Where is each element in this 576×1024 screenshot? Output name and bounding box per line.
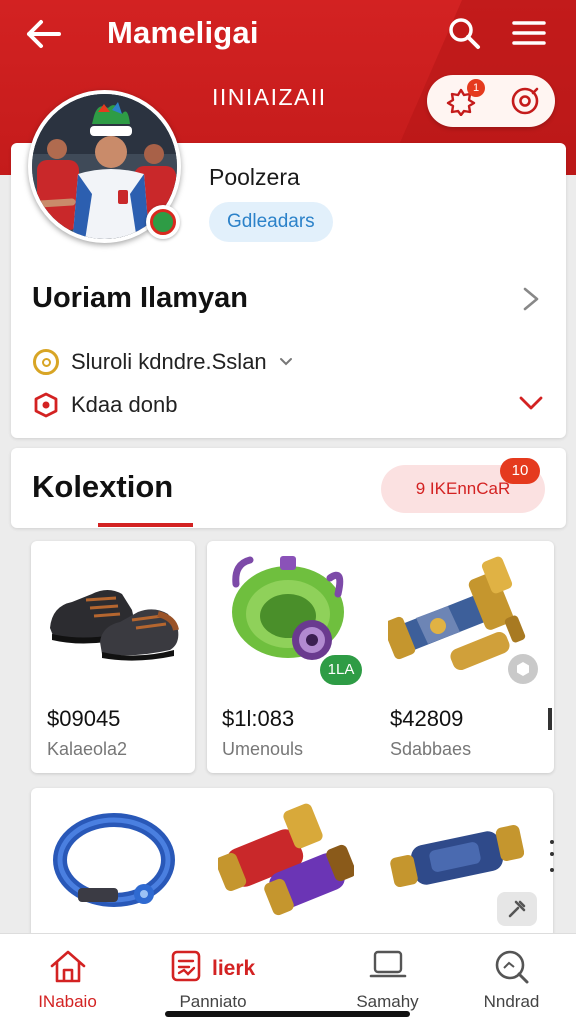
- item-subtitle: Kalaeola2: [47, 739, 128, 759]
- verified-badge-icon: [146, 205, 180, 239]
- collection-count-badge: 10: [500, 458, 540, 484]
- shoes-icon: [46, 572, 182, 664]
- app-title: Mameligai: [107, 15, 259, 50]
- search-icon[interactable]: [442, 12, 486, 54]
- home-indicator: [165, 1011, 410, 1017]
- hexagon-status-icon: [508, 654, 538, 684]
- header-banner-text: IINIAIZAII: [212, 84, 327, 110]
- nav-search[interactable]: Nndrad: [454, 934, 569, 1024]
- laptop-icon: [330, 948, 445, 982]
- item-level-badge: 1LA: [320, 655, 362, 685]
- profile-row-club[interactable]: Kdaa donb: [33, 389, 177, 421]
- nav-center-pill-label[interactable]: lierk: [212, 957, 255, 981]
- hamburger-menu-icon[interactable]: [507, 12, 551, 54]
- chevron-down-red-icon[interactable]: [516, 388, 546, 418]
- coin-icon: [33, 349, 59, 375]
- scroll-edge-indicator: [548, 708, 552, 730]
- tab-underline: [98, 523, 193, 527]
- notification-count-badge: 1: [467, 79, 485, 97]
- sleeve-cylinder-icon: [390, 820, 525, 898]
- profile-row-club-label: Kdaa donb: [71, 392, 178, 417]
- search-icon: [454, 948, 569, 986]
- item-subtitle: Umenouls: [222, 739, 304, 759]
- nav-center-label: Panniato: [179, 992, 247, 1011]
- profile-name: Poolzera: [209, 164, 300, 190]
- scroll-edge-indicator: [550, 840, 554, 844]
- tools-icon[interactable]: [497, 892, 537, 926]
- back-arrow-icon[interactable]: [22, 14, 66, 54]
- collection-title: Kolextion: [32, 469, 174, 504]
- profile-row-location[interactable]: Sluroli kdndre.Sslan: [33, 346, 293, 378]
- nav-home-label: INabaio: [38, 992, 97, 1011]
- profile-row-location-label: Sluroli kdndre.Sslan: [71, 349, 267, 374]
- item-price: $42809: [390, 706, 464, 731]
- chevron-down-icon[interactable]: [279, 357, 293, 367]
- nav-saved-label: Samahy: [356, 992, 419, 1011]
- nav-home[interactable]: INabaio: [10, 934, 125, 1024]
- hexagon-shield-icon: [33, 392, 59, 418]
- target-icon[interactable]: [507, 84, 543, 118]
- item-subtitle: Sdabbaes: [390, 739, 472, 759]
- bracelet-icon: [52, 808, 176, 912]
- item-price: $09045: [47, 706, 121, 731]
- nav-search-label: Nndrad: [483, 992, 540, 1011]
- header-action-pill[interactable]: 1: [427, 75, 555, 127]
- item-price: $1l:083: [222, 706, 295, 731]
- profile-display-name: Uoriam Ilamyan: [32, 282, 248, 314]
- rocket-cylinder-icon: [215, 802, 356, 918]
- home-icon: [10, 948, 125, 984]
- profile-role-tag[interactable]: Gdleadars: [209, 202, 333, 242]
- chevron-right-icon[interactable]: [516, 284, 546, 314]
